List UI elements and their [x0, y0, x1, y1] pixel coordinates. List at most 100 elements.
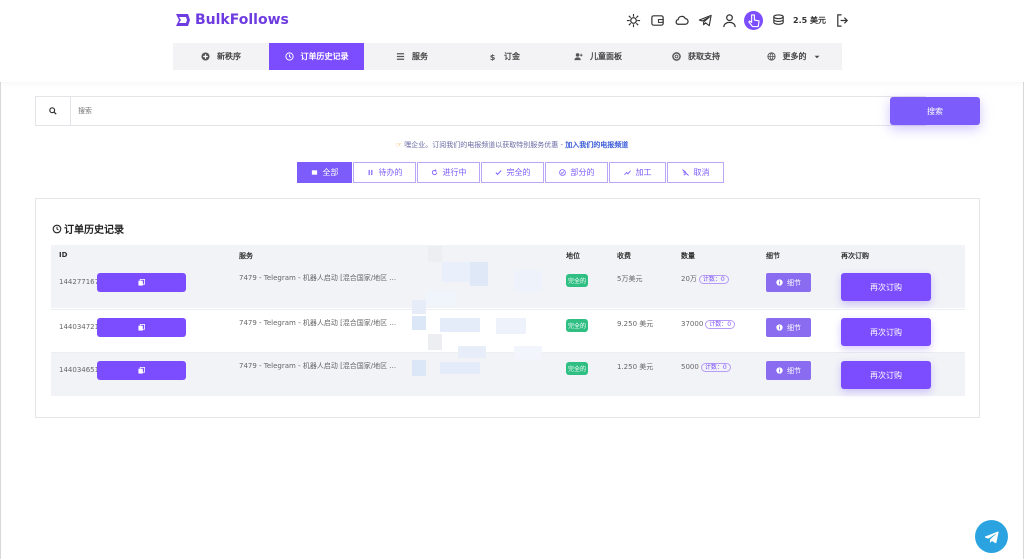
details-label: 细节: [787, 278, 801, 287]
info-icon: [776, 279, 783, 286]
status-badge: 完全的: [566, 319, 589, 332]
filter-completed[interactable]: 完全的: [481, 162, 544, 183]
check-circle-icon: [558, 169, 566, 176]
details-button[interactable]: 细节: [766, 318, 811, 337]
telegram-chat-button[interactable]: [975, 520, 1008, 553]
caret-down-icon: [814, 55, 819, 58]
filter-all[interactable]: 全部: [297, 162, 352, 183]
nav-services[interactable]: 服务: [364, 43, 460, 70]
history-icon: [284, 52, 294, 61]
header-icon-bar: 2.5 美元: [624, 11, 858, 30]
count-badge: 计数：0: [700, 363, 731, 372]
table-header: ID 服务 地位 收费 数量 细节 再次订购: [51, 245, 965, 265]
search-input[interactable]: [71, 96, 926, 126]
promo-text: 嘿企业。订阅我们的电报频道以获取特别服务优惠 -: [404, 141, 564, 149]
search-button[interactable]: 搜索: [890, 97, 980, 125]
filter-pending[interactable]: 待办的: [353, 162, 416, 183]
order-quantity-cell: 37000 计数：0: [681, 319, 736, 329]
copy-button[interactable]: [97, 273, 186, 292]
filter-processing[interactable]: 加工: [609, 162, 666, 183]
nav-label: 服务: [412, 52, 428, 61]
wallet-icon[interactable]: [648, 12, 666, 30]
card-title-text: 订单历史记录: [64, 225, 124, 236]
details-label: 细节: [787, 366, 801, 375]
balance-amount: 2.5 美元: [793, 16, 826, 25]
filter-label: 取消: [693, 168, 710, 177]
status-filter-group: 全部 待办的 进行中 完全的 部分的 加工 $ 取消: [297, 162, 725, 183]
order-service: 7479 - Telegram - 机器人启动 [混合国家/地区 ...: [239, 274, 397, 282]
sparkle-icon[interactable]: [624, 12, 642, 30]
order-service: 7479 - Telegram - 机器人启动 [混合国家/地区 ...: [239, 362, 397, 370]
filter-label: 待办的: [378, 168, 403, 177]
logout-icon[interactable]: [834, 12, 852, 30]
reorder-button[interactable]: 再次订购: [841, 318, 931, 346]
filter-partial[interactable]: 部分的: [545, 162, 608, 183]
order-history-card: 订单历史记录 ID 服务 地位 收费 数量 细节 再次订购 144277167 …: [35, 198, 980, 418]
count-badge: 计数：0: [698, 275, 729, 284]
nav-deposit[interactable]: $ 订金: [460, 43, 548, 70]
cancel-icon: $: [681, 169, 689, 176]
pointer-icon[interactable]: [744, 11, 763, 30]
nav-label: 订单历史记录: [300, 52, 349, 61]
details-label: 细节: [787, 323, 801, 332]
telegram-channel-link[interactable]: 加入我们的电报频道: [565, 141, 628, 149]
table-row: 144277167 7479 - Telegram - 机器人启动 [混合国家/…: [51, 265, 965, 309]
copy-button[interactable]: [97, 318, 186, 337]
copy-icon: [138, 279, 145, 286]
globe-icon: [766, 52, 776, 61]
order-quantity: 5000: [681, 363, 699, 371]
info-icon: [776, 324, 783, 331]
nav-order-history[interactable]: 订单历史记录: [269, 43, 364, 70]
status-badge: 完全的: [566, 362, 589, 375]
search-icon: [35, 96, 71, 126]
nav-label: 新秩序: [217, 52, 241, 61]
reorder-button[interactable]: 再次订购: [841, 361, 931, 389]
brand-name: BulkFollows: [195, 12, 289, 28]
brand-logo[interactable]: BulkFollows: [176, 12, 289, 28]
filter-in-progress[interactable]: 进行中: [417, 162, 480, 183]
nav-label: 获取支持: [688, 52, 720, 61]
details-button[interactable]: 细节: [766, 273, 811, 292]
count-badge: 计数：0: [705, 320, 736, 329]
copy-button[interactable]: [97, 361, 186, 380]
col-quantity: 数量: [681, 252, 695, 260]
cloud-icon[interactable]: [672, 12, 690, 30]
top-header: BulkFollows 2.5 美元 新秩序 订单历史记录 服务 $ 订金 儿童…: [0, 0, 1024, 82]
user-icon[interactable]: [720, 12, 738, 30]
check-icon: [495, 170, 502, 176]
col-service: 服务: [239, 252, 253, 260]
info-icon: [776, 367, 783, 374]
filter-label: 完全的: [506, 168, 531, 177]
reorder-button[interactable]: 再次订购: [841, 273, 931, 301]
order-service: 7479 - Telegram - 机器人启动 [混合国家/地区 ...: [239, 319, 397, 327]
order-quantity: 37000: [681, 320, 704, 328]
nav-new-order[interactable]: 新秩序: [173, 43, 269, 70]
details-button[interactable]: 细节: [766, 361, 811, 380]
order-id: 144277167: [59, 278, 100, 286]
nav-more-dropdown[interactable]: 更多的: [744, 43, 842, 70]
telegram-icon[interactable]: [696, 12, 714, 30]
col-id: ID: [59, 251, 68, 259]
pause-icon: [368, 169, 372, 176]
col-details: 细节: [766, 252, 780, 260]
order-quantity-cell: 20万 计数：0: [681, 274, 729, 284]
nav-support[interactable]: 获取支持: [648, 43, 744, 70]
filter-label: 加工: [635, 168, 652, 177]
lifebuoy-icon: [672, 52, 681, 61]
pointing-hand-icon: ☞: [395, 141, 403, 149]
dollar-icon: $: [490, 52, 496, 61]
list-icon: [396, 53, 405, 60]
nav-label: 订金: [504, 52, 520, 61]
logo-mark-icon: [176, 14, 190, 26]
copy-icon: [138, 367, 145, 374]
refresh-icon: [431, 169, 437, 176]
telegram-promo: ☞ 嘿企业。订阅我们的电报频道以获取特别服务优惠 - 加入我们的电报频道: [0, 140, 1024, 150]
order-quantity-cell: 5000 计数：0: [681, 362, 731, 372]
col-reorder: 再次订购: [841, 252, 869, 260]
svg-text:$: $: [490, 52, 496, 61]
nav-child-panel[interactable]: 儿童面板: [548, 43, 648, 70]
filter-label: 全部: [322, 168, 339, 177]
col-charge: 收费: [617, 252, 631, 260]
order-charge: 5万美元: [617, 275, 643, 283]
filter-canceled[interactable]: $ 取消: [667, 162, 724, 183]
